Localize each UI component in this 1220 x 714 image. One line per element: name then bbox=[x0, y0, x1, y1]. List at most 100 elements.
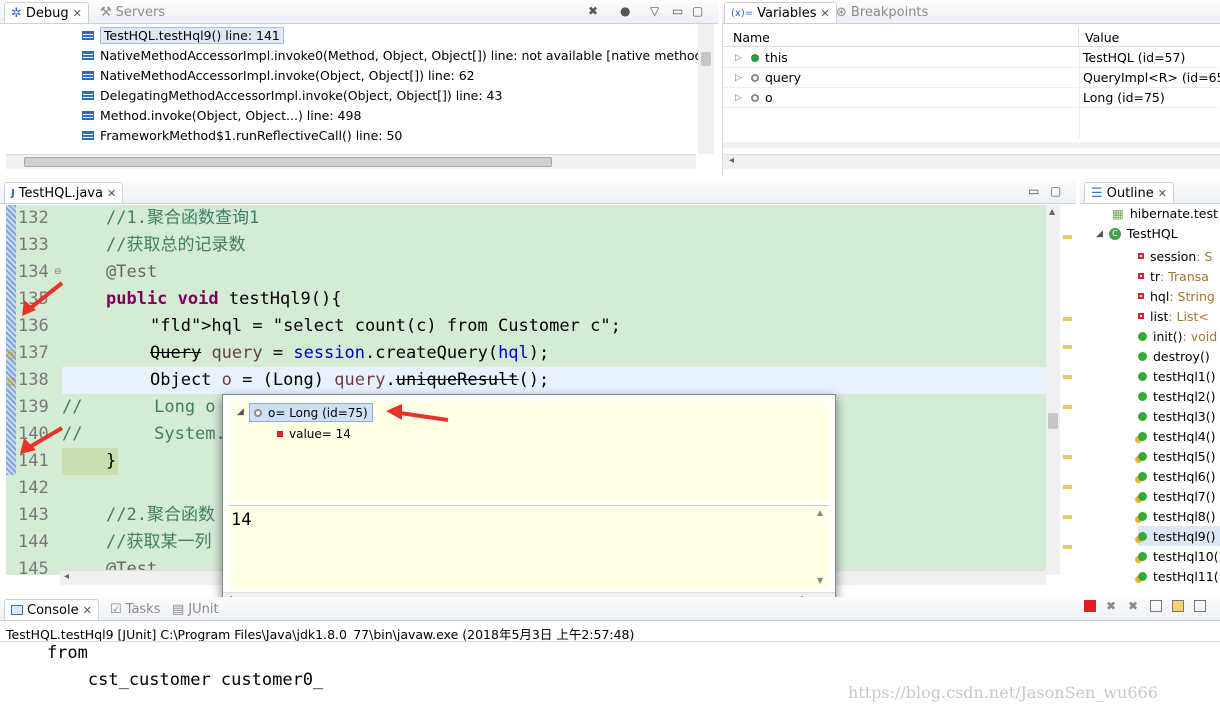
public-method-icon bbox=[1138, 351, 1147, 361]
close-icon[interactable]: ✕ bbox=[73, 7, 82, 20]
private-field-icon bbox=[1138, 253, 1144, 259]
outline-member[interactable]: testHql3() bbox=[1138, 406, 1216, 426]
stack-frame-row[interactable]: NativeMethodAccessorImpl.invoke(Object, … bbox=[82, 65, 475, 85]
tab-debug-label: Debug bbox=[25, 5, 69, 21]
tab-console-label: Console bbox=[27, 602, 79, 618]
tab-console[interactable]: Console ✕ bbox=[4, 599, 99, 620]
variable-name: this bbox=[765, 50, 788, 65]
debug-frame-marker bbox=[6, 205, 16, 475]
outline-member[interactable]: session : S bbox=[1138, 246, 1212, 266]
scroll-thumb[interactable] bbox=[1048, 413, 1058, 429]
outline-member[interactable]: testHql5() bbox=[1138, 446, 1216, 466]
close-icon[interactable]: ✕ bbox=[83, 604, 92, 617]
scroll-thumb[interactable] bbox=[24, 157, 552, 167]
outline-member-type: : List< bbox=[1168, 308, 1209, 324]
console-panel[interactable]: TestHQL.testHql9 [JUnit] C:\Program File… bbox=[0, 621, 1220, 714]
code-line: public void testHql9(){ bbox=[106, 289, 342, 309]
inspect-root-node[interactable]: o= Long (id=75) bbox=[249, 403, 373, 422]
java-file-icon: J bbox=[11, 187, 15, 199]
outline-member[interactable]: testHql4() bbox=[1138, 426, 1216, 446]
stack-frame-row[interactable]: NativeMethodAccessorImpl.invoke0(Method,… bbox=[82, 45, 707, 65]
tab-testhql-java[interactable]: J TestHQL.java ✕ bbox=[4, 182, 124, 203]
tab-junit-label: JUnit bbox=[188, 602, 219, 617]
outline-member[interactable]: testHql7() bbox=[1138, 486, 1216, 506]
scroll-down-icon[interactable]: ▼ bbox=[817, 576, 823, 585]
editor-vertical-scrollbar[interactable]: ▲ bbox=[1046, 205, 1060, 575]
vertical-scrollbar[interactable] bbox=[698, 24, 714, 154]
console-output-line: cst_customer customer0_ bbox=[6, 670, 324, 690]
variable-name-cell: this bbox=[751, 50, 788, 65]
remove-terminated-icon[interactable]: ✖ bbox=[588, 4, 598, 18]
remove-launch-icon[interactable]: ✖ bbox=[1106, 600, 1118, 612]
outline-member[interactable]: testHql9() bbox=[1138, 526, 1220, 546]
tab-breakpoints[interactable]: ⊛ Breakpoints bbox=[830, 2, 934, 23]
outline-member[interactable]: testHql11( bbox=[1138, 566, 1219, 586]
expand-icon[interactable]: ▷ bbox=[735, 73, 742, 83]
remove-all-icon[interactable]: ✖ bbox=[1128, 600, 1140, 612]
inspect-popup[interactable]: ◢ o= Long (id=75) value= 14 14 ▲ ▼ ◂ ▸ bbox=[222, 394, 836, 610]
fold-icon[interactable]: ⊖ bbox=[54, 267, 62, 277]
pin-console-icon[interactable] bbox=[1194, 600, 1206, 612]
outline-member-label: testHql6() bbox=[1153, 468, 1216, 484]
horizontal-scrollbar[interactable] bbox=[6, 154, 696, 169]
outline-member[interactable]: testHql2() bbox=[1138, 386, 1216, 406]
outline-member-label: testHql10( bbox=[1153, 548, 1219, 564]
outline-member[interactable]: tr : Transa bbox=[1138, 266, 1209, 286]
outline-member[interactable]: testHql8() bbox=[1138, 506, 1216, 526]
tab-debug[interactable]: ✲ Debug ✕ bbox=[4, 2, 89, 23]
maximize-icon[interactable]: ▢ bbox=[1050, 184, 1061, 198]
minimize-icon[interactable]: ▭ bbox=[1028, 184, 1039, 198]
scroll-left-icon[interactable]: ◂ bbox=[64, 571, 69, 582]
close-icon[interactable]: ✕ bbox=[821, 7, 830, 20]
servers-icon: ⚒ bbox=[100, 5, 112, 20]
outline-member[interactable]: testHql6() bbox=[1138, 466, 1216, 486]
close-icon[interactable]: ✕ bbox=[107, 187, 116, 200]
clear-console-icon[interactable] bbox=[1150, 600, 1162, 612]
stack-frame-row[interactable]: DelegatingMethodAccessorImpl.invoke(Obje… bbox=[82, 85, 502, 105]
stack-frame-row[interactable]: Method.invoke(Object, Object...) line: 4… bbox=[82, 105, 361, 125]
outline-member-type: : void bbox=[1182, 328, 1218, 344]
code-line: Object o = (Long) query.uniqueResult(); bbox=[150, 370, 550, 390]
line-number: 139 bbox=[18, 397, 49, 417]
view-menu-icon[interactable]: ● bbox=[620, 4, 630, 18]
expand-icon[interactable]: ▷ bbox=[735, 53, 742, 63]
stack-frame-row[interactable]: FrameworkMethod$1.runReflectiveCall() li… bbox=[82, 125, 402, 145]
stack-frame-icon bbox=[82, 90, 94, 100]
outline-member[interactable]: hql : String bbox=[1138, 286, 1215, 306]
tab-variables[interactable]: (x)= Variables ✕ bbox=[724, 2, 837, 23]
breakpoint-icon[interactable]: ◎ bbox=[7, 374, 17, 387]
tab-servers[interactable]: ⚒ Servers bbox=[94, 2, 171, 23]
tab-junit[interactable]: ▤ JUnit bbox=[166, 599, 225, 620]
maximize-icon[interactable]: ▢ bbox=[692, 4, 703, 18]
outline-member[interactable]: testHql1() bbox=[1138, 366, 1216, 386]
outline-member[interactable]: destroy() bbox=[1138, 346, 1210, 366]
outline-member[interactable]: init() : void bbox=[1138, 326, 1217, 346]
test-method-icon bbox=[1138, 431, 1147, 441]
inspect-child-node[interactable]: value= 14 bbox=[277, 427, 351, 441]
variables-divider bbox=[1079, 48, 1080, 138]
stack-frame-row[interactable]: TestHQL.testHql9() line: 141 bbox=[82, 25, 284, 45]
line-number: 144 bbox=[18, 532, 49, 552]
collapse-icon[interactable]: ◢ bbox=[237, 407, 244, 417]
breakpoint-icon[interactable]: ◎ bbox=[7, 347, 17, 360]
inspect-detail-pane[interactable]: 14 ▲ ▼ bbox=[229, 505, 829, 589]
tab-tasks[interactable]: ☑ Tasks bbox=[104, 599, 167, 620]
ruler-mark bbox=[1063, 455, 1072, 459]
outline-member[interactable]: testHql10( bbox=[1138, 546, 1219, 566]
column-name[interactable]: Name bbox=[733, 30, 770, 45]
outline-member-label: testHql2() bbox=[1153, 388, 1216, 404]
scroll-lock-icon[interactable] bbox=[1172, 600, 1184, 612]
scroll-left-icon[interactable]: ◂ bbox=[729, 155, 734, 166]
scroll-up-icon[interactable]: ▲ bbox=[817, 508, 823, 517]
expand-icon[interactable]: ▷ bbox=[735, 93, 742, 103]
editor-tabbar: J TestHQL.java ✕ ▭ ▢ bbox=[0, 180, 1076, 204]
watermark: https://blog.csdn.net/JasonSen_wu666 bbox=[848, 683, 1158, 702]
scroll-thumb[interactable] bbox=[701, 52, 711, 66]
outline-member[interactable]: list : List< bbox=[1138, 306, 1209, 326]
terminate-icon[interactable] bbox=[1084, 600, 1096, 612]
chevron-down-icon[interactable]: ▽ bbox=[650, 4, 659, 18]
outline-member-label: testHql8() bbox=[1153, 508, 1216, 524]
scroll-up-icon[interactable]: ▲ bbox=[1049, 207, 1055, 216]
minimize-icon[interactable]: ▭ bbox=[672, 4, 683, 18]
outline-member-label: testHql11( bbox=[1153, 568, 1219, 584]
